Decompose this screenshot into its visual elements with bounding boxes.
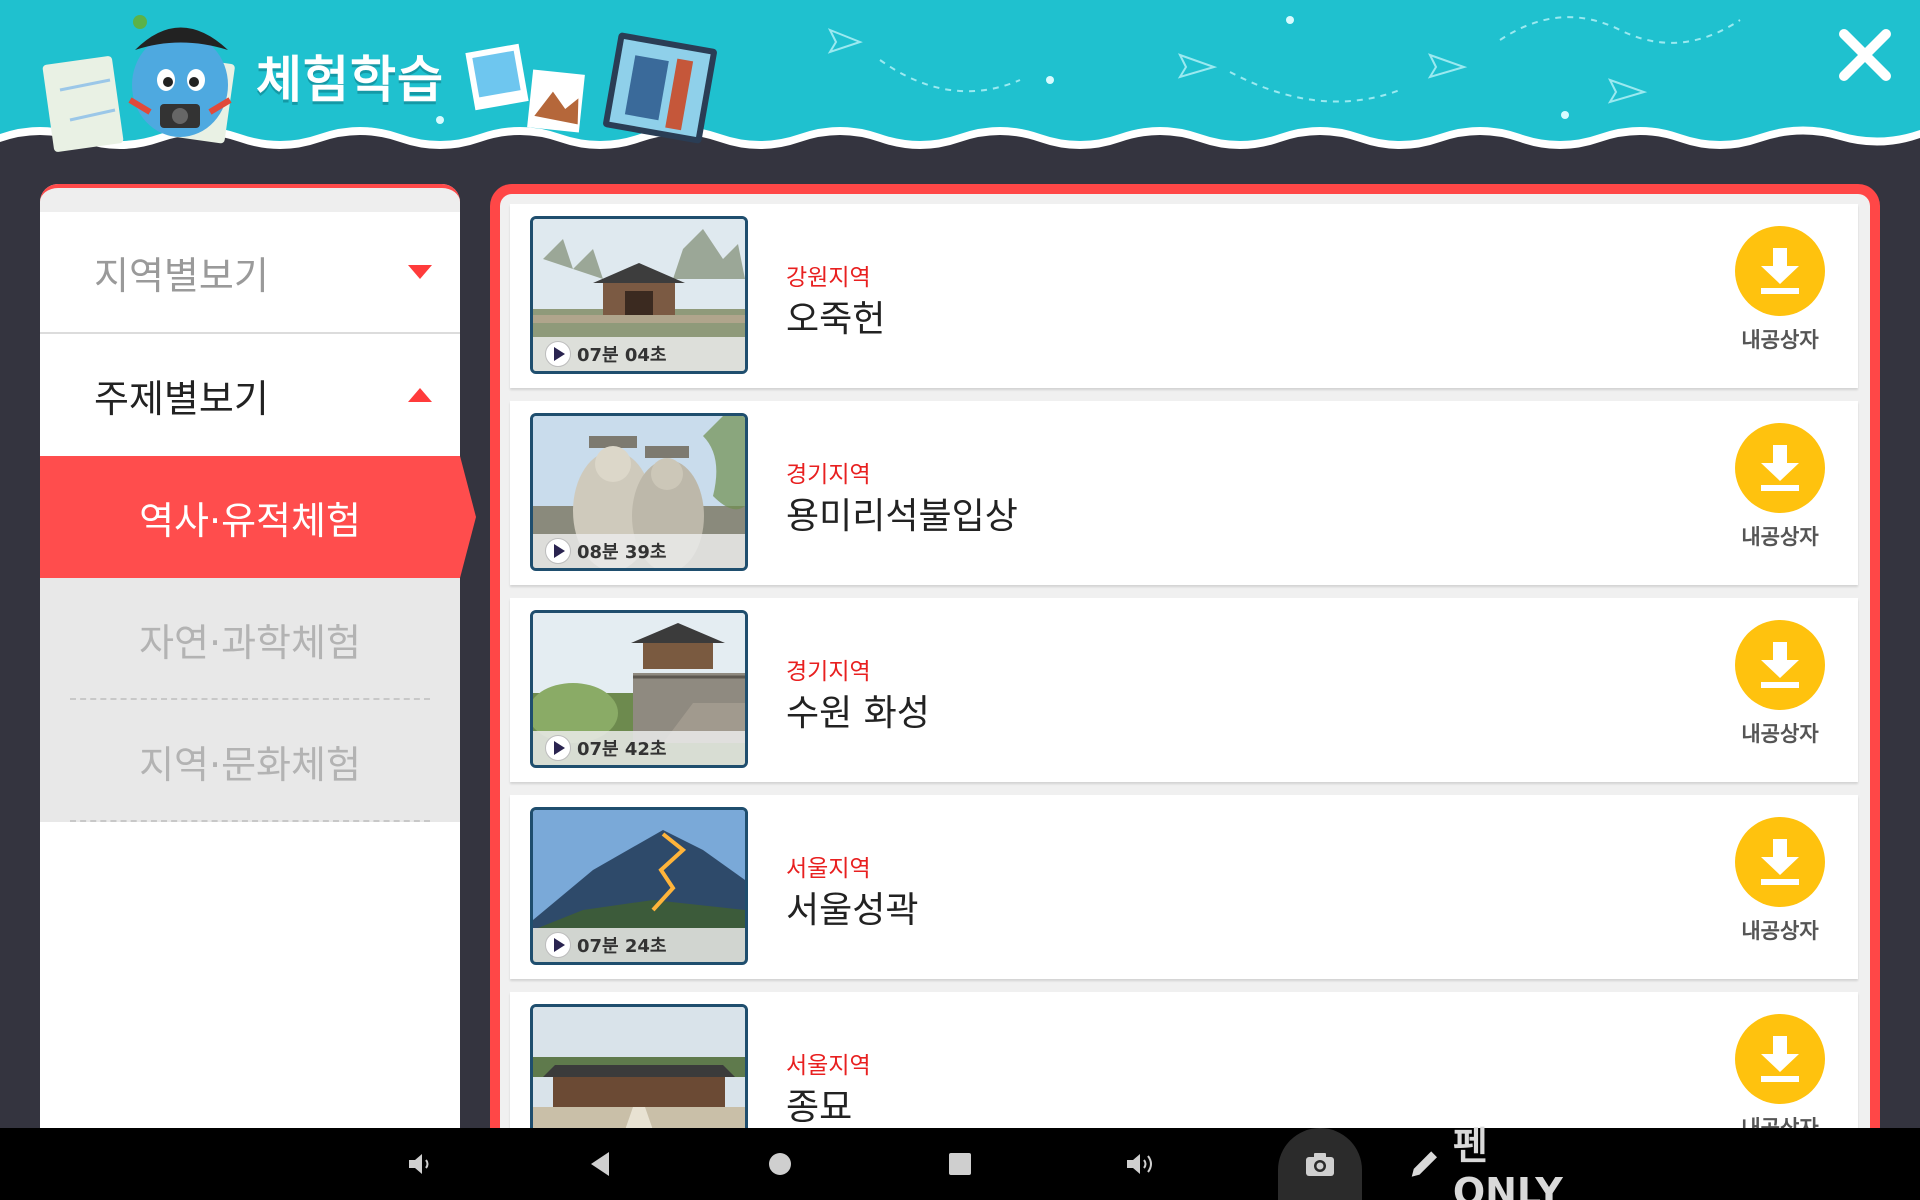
recents-icon: [949, 1153, 971, 1175]
category-label: 주제별보기: [94, 376, 269, 421]
download-label: 내공상자: [1741, 525, 1819, 549]
duration-text: 07분 24초: [577, 936, 667, 957]
video-list-panel: 07분 04초 강원지역 오죽헌 내공상자 08분 39초 경기지역 용미리석불…: [490, 184, 1880, 1128]
thumbnail-image: [533, 1007, 745, 1128]
download-label: 내공상자: [1741, 328, 1819, 352]
video-title: 종묘: [786, 1087, 853, 1128]
play-icon: [545, 538, 571, 564]
volume-down-icon: [409, 1154, 429, 1174]
download-icon: [1735, 226, 1825, 316]
duration-text: 07분 04초: [577, 345, 667, 366]
region-label: 서울지역: [786, 856, 871, 882]
download-button[interactable]: 내공상자: [1734, 817, 1826, 945]
sidebar-top-cap: [40, 184, 460, 212]
sidebar: 지역별보기 주제별보기 역사·유적체험 자연·과학체험 지역·문화체험: [40, 184, 476, 1128]
region-label: 경기지역: [786, 659, 871, 685]
video-title: 용미리석불입상: [786, 496, 1018, 537]
download-button[interactable]: 내공상자: [1734, 226, 1826, 354]
video-thumbnail[interactable]: [530, 1004, 748, 1128]
close-icon: [1839, 29, 1891, 81]
home-button[interactable]: [760, 1128, 800, 1200]
volume-up-icon: [1127, 1154, 1152, 1174]
subcategory-region-culture[interactable]: 지역·문화체험: [40, 700, 460, 822]
region-label: 강원지역: [786, 265, 871, 291]
pen-icon: [1411, 1151, 1437, 1177]
play-icon: [545, 932, 571, 958]
download-label: 내공상자: [1741, 1116, 1819, 1128]
download-label: 내공상자: [1741, 722, 1819, 746]
home-icon: [769, 1153, 791, 1175]
close-button[interactable]: [1836, 26, 1894, 84]
play-icon: [545, 341, 571, 367]
page-title: 체험학습: [256, 51, 444, 109]
volume-down-button[interactable]: [400, 1128, 440, 1200]
video-thumbnail[interactable]: 07분 04초: [530, 216, 748, 374]
subcategory-label: 지역·문화체험: [139, 742, 361, 787]
duration-bar: 07분 04초: [533, 337, 745, 371]
back-icon: [591, 1152, 609, 1176]
list-item[interactable]: 서울지역 종묘 내공상자: [510, 992, 1858, 1128]
download-button[interactable]: 내공상자: [1734, 423, 1826, 551]
list-item[interactable]: 07분 04초 강원지역 오죽헌 내공상자: [510, 204, 1858, 388]
back-button[interactable]: [580, 1128, 620, 1200]
duration-bar: 07분 42초: [533, 731, 745, 765]
download-icon: [1735, 1014, 1825, 1104]
list-item[interactable]: 08분 39초 경기지역 용미리석불입상 내공상자: [510, 401, 1858, 585]
subcategory-history[interactable]: 역사·유적체험: [40, 456, 476, 578]
caret-up-icon: [408, 388, 432, 402]
subcategory-nature-science[interactable]: 자연·과학체험: [40, 578, 460, 700]
category-by-region[interactable]: 지역별보기: [40, 212, 460, 334]
caret-down-icon: [408, 265, 432, 279]
camera-icon: [1306, 1153, 1334, 1176]
volume-up-button[interactable]: [1120, 1128, 1160, 1200]
divider: [70, 820, 430, 822]
play-icon: [545, 735, 571, 761]
download-button[interactable]: 내공상자: [1734, 620, 1826, 748]
download-icon: [1735, 423, 1825, 513]
pen-only-label: 펜 ONLY: [1452, 1123, 1563, 1200]
system-nav-bar: 펜 ONLY: [0, 1124, 1920, 1200]
duration-text: 08분 39초: [577, 542, 667, 563]
subcategory-label: 자연·과학체험: [139, 620, 361, 665]
download-button[interactable]: 내공상자: [1734, 1014, 1826, 1128]
duration-text: 07분 42초: [577, 739, 667, 760]
list-item[interactable]: 07분 24초 서울지역 서울성곽 내공상자: [510, 795, 1858, 979]
subcategory-label: 역사·유적체험: [139, 498, 361, 543]
recents-button[interactable]: [940, 1128, 980, 1200]
video-thumbnail[interactable]: 07분 42초: [530, 610, 748, 768]
pen-only-button[interactable]: 펜 ONLY: [1406, 1124, 1606, 1200]
list-item[interactable]: 07분 42초 경기지역 수원 화성 내공상자: [510, 598, 1858, 782]
category-label: 지역별보기: [94, 253, 269, 298]
video-thumbnail[interactable]: 07분 24초: [530, 807, 748, 965]
category-by-topic[interactable]: 주제별보기: [40, 334, 460, 456]
app-header: 체험학습: [0, 0, 1920, 160]
video-title: 서울성곽: [786, 890, 919, 931]
duration-bar: 08분 39초: [533, 534, 745, 568]
download-icon: [1735, 620, 1825, 710]
video-title: 오죽헌: [786, 299, 886, 340]
camera-button[interactable]: [1300, 1128, 1340, 1200]
region-label: 경기지역: [786, 462, 871, 488]
video-thumbnail[interactable]: 08분 39초: [530, 413, 748, 571]
download-icon: [1735, 817, 1825, 907]
video-title: 수원 화성: [786, 693, 930, 734]
download-label: 내공상자: [1741, 919, 1819, 943]
region-label: 서울지역: [786, 1053, 871, 1079]
duration-bar: 07분 24초: [533, 928, 745, 962]
